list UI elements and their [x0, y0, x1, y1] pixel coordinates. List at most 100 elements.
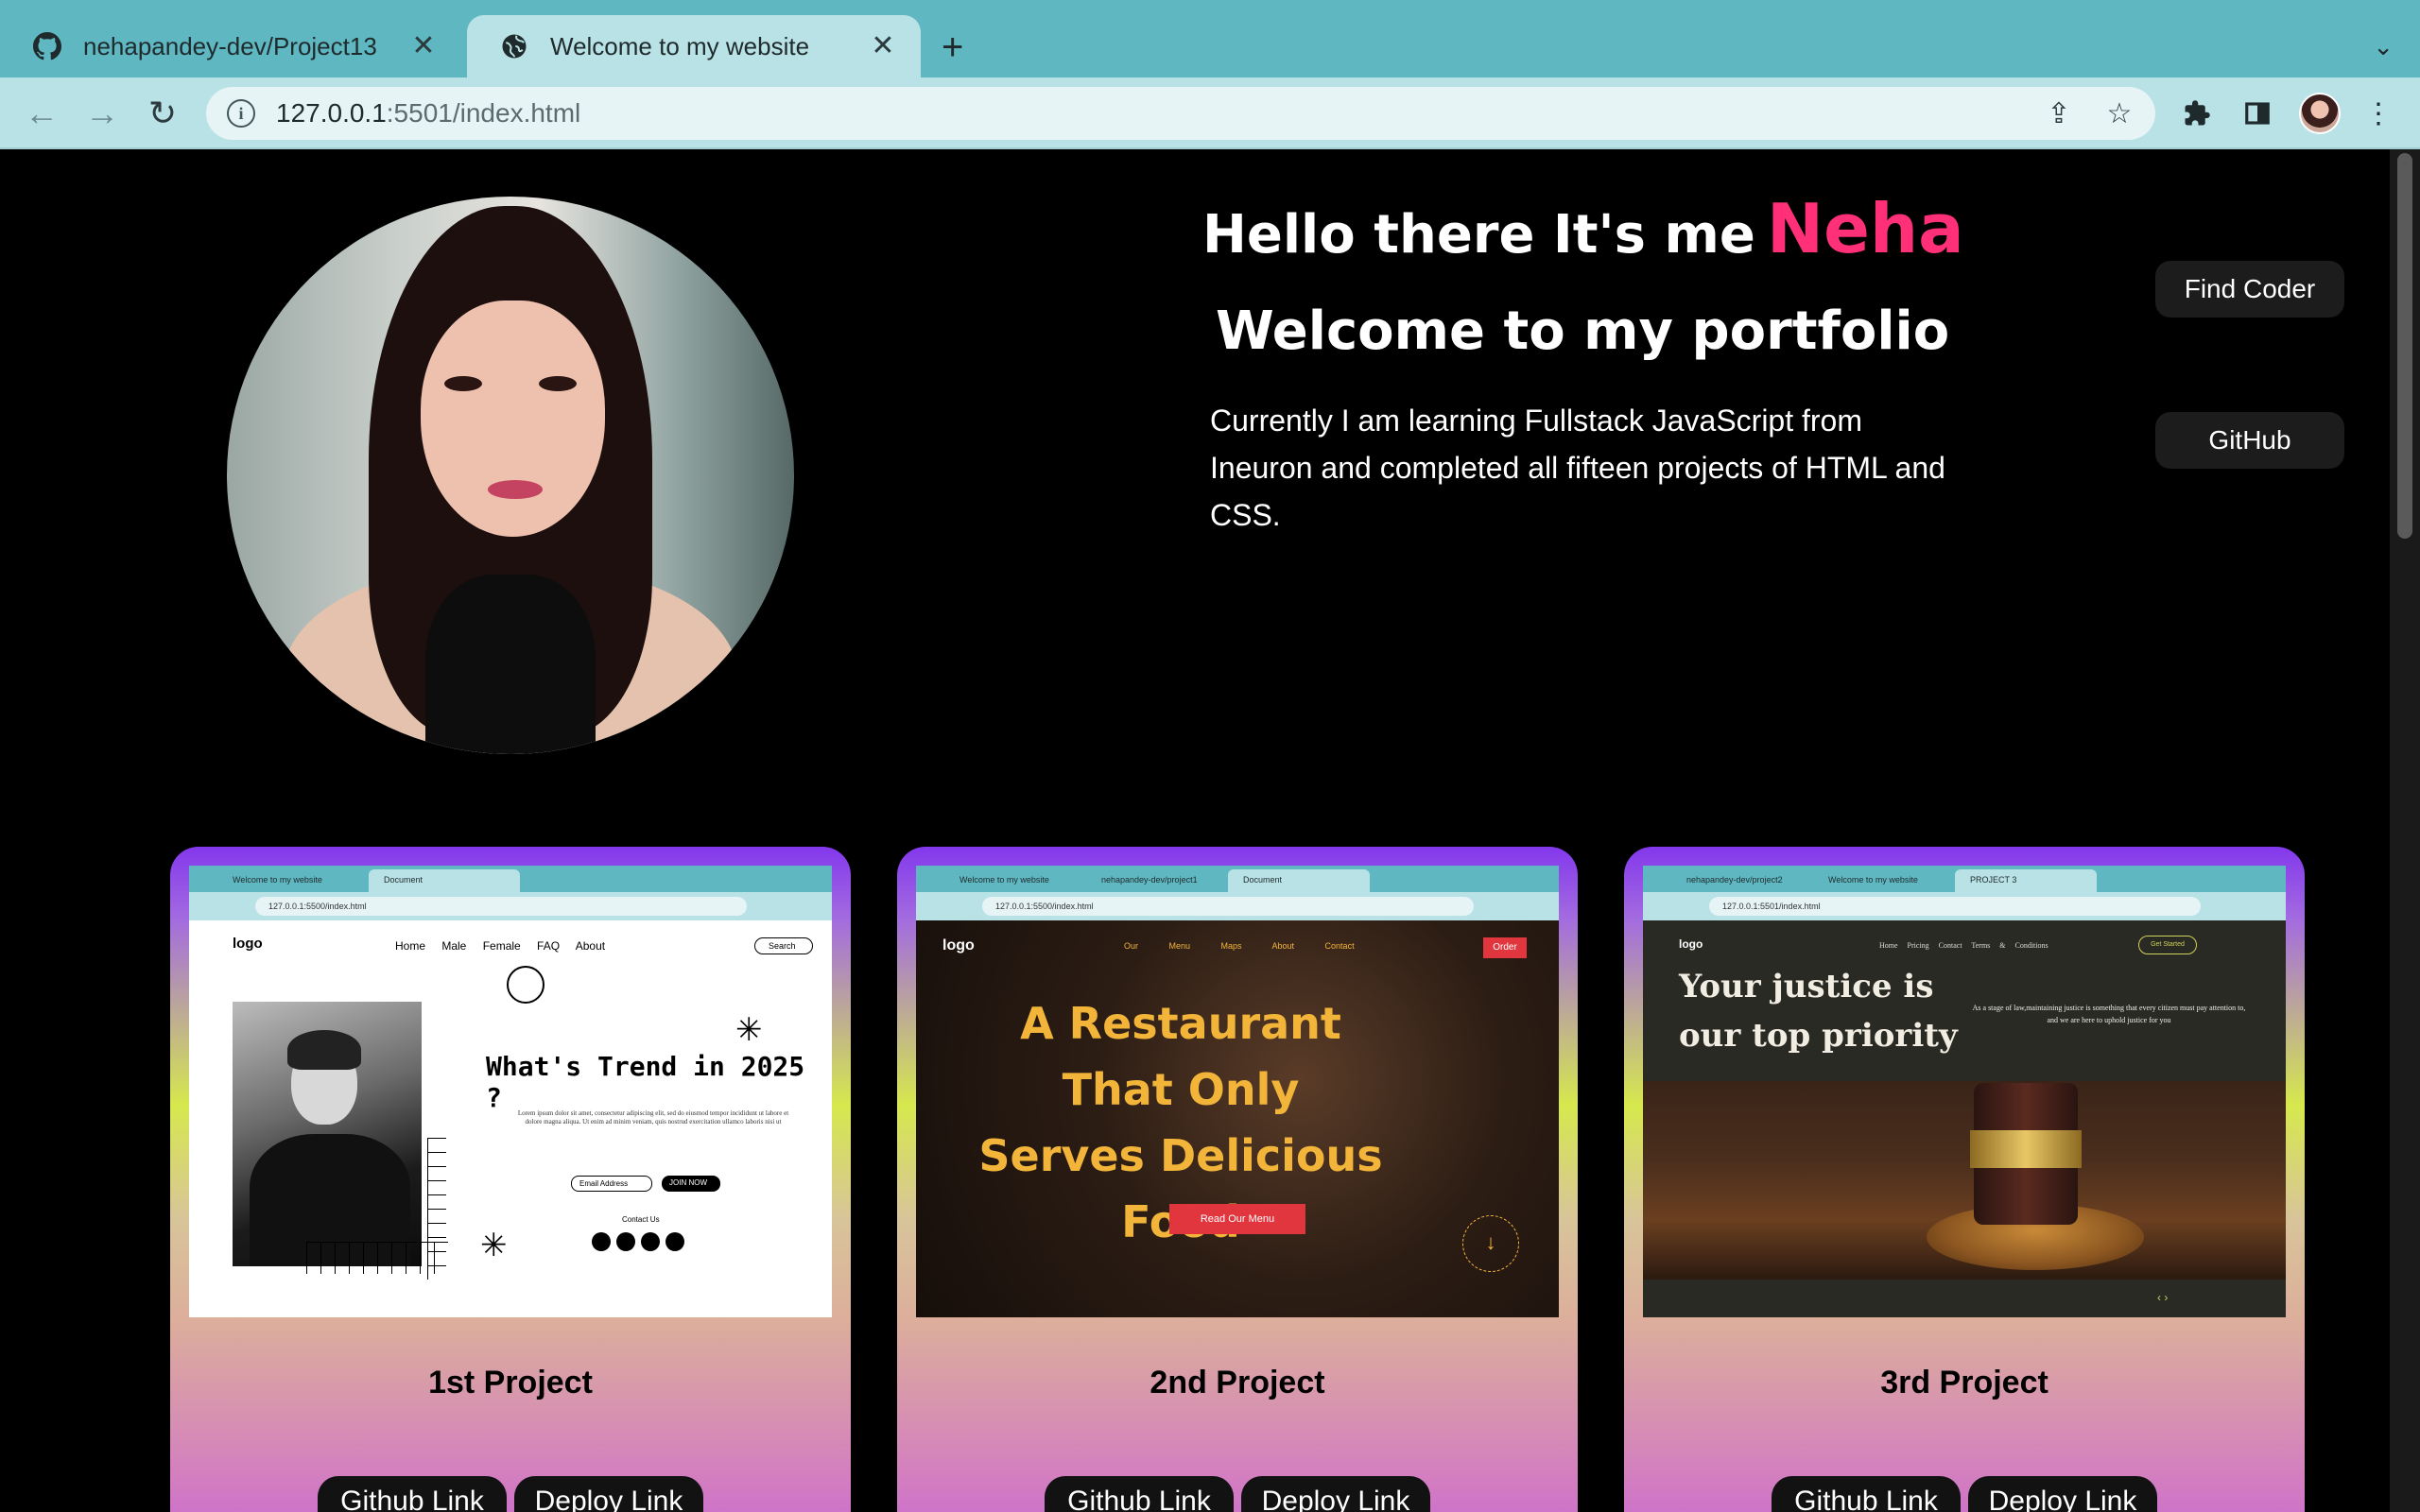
project-title: 2nd Project — [1150, 1365, 1325, 1400]
mini-tab: Welcome to my website — [1828, 875, 1918, 885]
project-card-3: nehapandey-dev/project2 Welcome to my we… — [1624, 847, 2305, 1512]
address-bar[interactable]: i 127.0.0.1:5501/index.html ⇪ ☆ — [206, 87, 2155, 140]
site-nav: Home Pricing Contact Terms & Conditions — [1879, 941, 2048, 950]
find-coder-button[interactable]: Find Coder — [2155, 261, 2344, 318]
new-tab-icon[interactable]: + — [942, 28, 963, 66]
project-links: Github Link Deploy Link — [1624, 1476, 2305, 1512]
globe-icon — [507, 966, 544, 1004]
mini-tab-strip: nehapandey-dev/project2 Welcome to my we… — [1643, 866, 2286, 892]
messenger-icon — [616, 1232, 635, 1251]
site-footer-strip — [1643, 1280, 2286, 1317]
project-card-2: Welcome to my website nehapandey-dev/pro… — [897, 847, 1578, 1512]
back-icon[interactable]: ← — [23, 94, 60, 132]
social-icons — [592, 1232, 684, 1251]
site-email-field: Email Address — [571, 1176, 652, 1192]
tab-strip: nehapandey-dev/Project13 ✕ Welcome to my… — [0, 0, 2420, 77]
deploy-link-button[interactable]: Deploy Link — [1968, 1476, 2157, 1512]
photo-face — [421, 301, 605, 537]
site-join-button: JOIN NOW — [662, 1176, 720, 1192]
github-button[interactable]: GitHub — [2155, 412, 2344, 469]
extensions-icon[interactable] — [2178, 94, 2216, 132]
photo-top — [425, 575, 596, 754]
sparkle-icon: ✳ — [735, 1012, 763, 1048]
github-icon — [32, 31, 62, 61]
mini-tab-strip: Welcome to my website Document — [189, 866, 832, 892]
mini-toolbar: 127.0.0.1:5500/index.html — [916, 892, 1559, 920]
mini-url: 127.0.0.1:5500/index.html — [255, 897, 747, 916]
mini-url: 127.0.0.1:5500/index.html — [982, 897, 1474, 916]
site-search: Search — [754, 937, 813, 954]
site-subtext: As a stage of law,maintaining justice is… — [1972, 1004, 2246, 1024]
share-icon[interactable]: ⇪ — [2040, 94, 2078, 132]
hero-name: Neha — [1766, 189, 1964, 268]
greeting-text: Hello there It's me — [1202, 204, 1755, 266]
kebab-menu-icon[interactable]: ⋮ — [2360, 94, 2397, 132]
page-viewport: Hello there It's me Neha Welcome to my po… — [0, 149, 2390, 1512]
mini-url: 127.0.0.1:5501/index.html — [1709, 897, 2201, 916]
mini-tab: nehapandey-dev/project1 — [1101, 875, 1198, 885]
whatsapp-icon — [666, 1232, 684, 1251]
hero-greeting: Hello there It's me Neha — [1202, 189, 1964, 268]
project-card-1: Welcome to my website Document 127.0.0.1… — [170, 847, 851, 1512]
mini-tab: nehapandey-dev/project2 — [1686, 875, 1783, 885]
hero-welcome: Welcome to my portfolio — [1216, 301, 1950, 362]
reload-icon[interactable]: ↻ — [144, 94, 182, 132]
site-logo: logo — [942, 937, 975, 954]
deploy-link-button[interactable]: Deploy Link — [514, 1476, 703, 1512]
project-title: 1st Project — [428, 1365, 593, 1400]
site-info-icon[interactable]: i — [227, 99, 255, 128]
mini-tab: Welcome to my website — [959, 875, 1049, 885]
project-screenshot: Welcome to my website Document 127.0.0.1… — [189, 866, 832, 1317]
forward-icon[interactable]: → — [83, 94, 121, 132]
site-logo: logo — [1679, 937, 1703, 951]
profile-avatar[interactable] — [2299, 93, 2341, 134]
model-photo — [233, 1002, 422, 1266]
mini-tab-strip: Welcome to my website nehapandey-dev/pro… — [916, 866, 1559, 892]
mini-toolbar: 127.0.0.1:5500/index.html — [189, 892, 832, 920]
project-links: Github Link Deploy Link — [897, 1476, 1578, 1512]
close-tab-icon[interactable]: ✕ — [866, 32, 900, 60]
github-link-button[interactable]: Github Link — [318, 1476, 507, 1512]
url-path: :5501/index.html — [386, 98, 581, 128]
site-order-button: Order — [1483, 937, 1527, 958]
github-link-button[interactable]: Github Link — [1772, 1476, 1961, 1512]
tab-welcome[interactable]: Welcome to my website ✕ — [467, 15, 921, 77]
mini-tab: Document — [369, 869, 520, 892]
site-menu-button: Read Our Menu — [1169, 1204, 1305, 1234]
globe-icon — [499, 31, 529, 61]
sparkle-icon: ✳ — [480, 1228, 508, 1263]
deploy-link-button[interactable]: Deploy Link — [1241, 1476, 1430, 1512]
tab-title: nehapandey-dev/Project13 — [83, 31, 377, 60]
close-tab-icon[interactable]: ✕ — [406, 32, 441, 60]
photo-eye — [539, 376, 577, 391]
photo-lips — [488, 480, 543, 499]
mini-tab: PROJECT 3 — [1955, 869, 2097, 892]
scrollbar-thumb[interactable] — [2397, 153, 2412, 539]
mini-tab: Document — [1228, 869, 1370, 892]
chevron-down-icon[interactable]: ⌄ — [2373, 32, 2394, 61]
project-links: Github Link Deploy Link — [170, 1476, 851, 1512]
page-scrollbar[interactable] — [2390, 149, 2420, 1512]
github-link-button[interactable]: Github Link — [1045, 1476, 1234, 1512]
mini-toolbar: 127.0.0.1:5501/index.html — [1643, 892, 2286, 920]
grid-decoration — [427, 1138, 446, 1280]
tab-title: Welcome to my website — [550, 31, 810, 60]
facebook-icon — [592, 1232, 611, 1251]
gavel-band — [1970, 1130, 2082, 1168]
photo-eye — [444, 376, 482, 391]
instagram-icon — [641, 1232, 660, 1251]
site-contact: Contact Us — [622, 1215, 660, 1224]
star-icon[interactable]: ☆ — [2100, 94, 2138, 132]
scroll-down-icon: ↓ — [1462, 1215, 1519, 1272]
site-cta-button: Get Started — [2138, 936, 2197, 954]
mini-tab: Welcome to my website — [233, 875, 322, 885]
mini-page: ‹ › logo Home Pricing Contact Terms & Co… — [1643, 920, 2286, 1317]
side-panel-icon[interactable] — [2238, 94, 2276, 132]
site-heading: What's Trend in 2025 ? — [486, 1051, 805, 1113]
site-nav: Home Male Female FAQ About — [395, 939, 606, 953]
site-nav: Our Menu Maps About Contact — [1124, 941, 1355, 951]
model-hair — [287, 1030, 361, 1070]
project-title: 3rd Project — [1880, 1365, 2048, 1400]
tab-github-project13[interactable]: nehapandey-dev/Project13 ✕ — [0, 15, 461, 77]
mini-page: logo Our Menu Maps About Contact Order A… — [916, 920, 1559, 1317]
